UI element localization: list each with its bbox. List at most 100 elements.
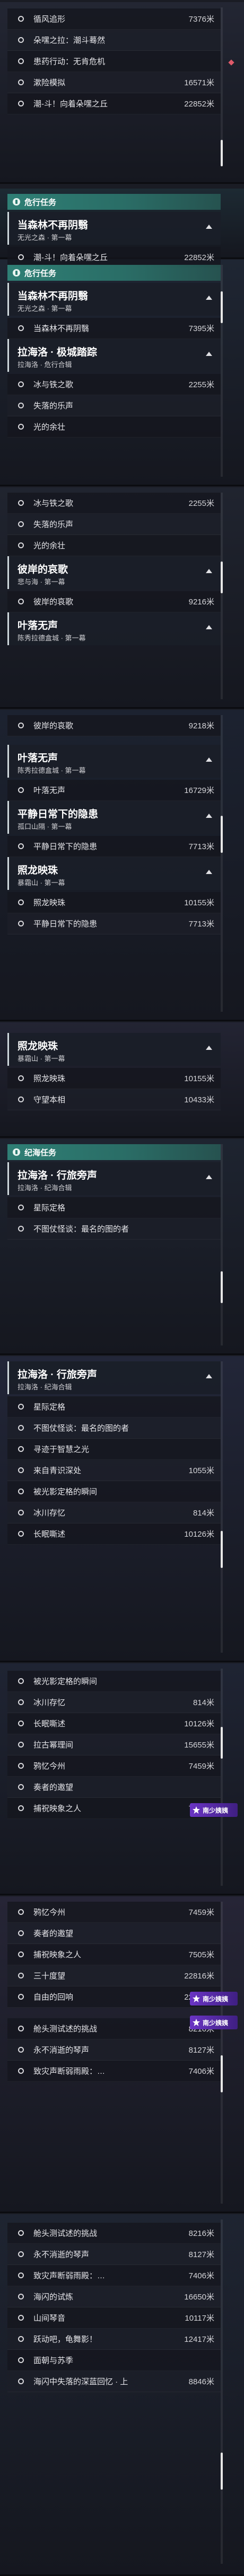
quest-row[interactable]: 拉古幂理间 15655米 [7,1734,221,1755]
quest-row[interactable]: 朵嘿之拉：潮斗蓦然 [7,30,221,51]
quest-row[interactable]: 跃动吧，龟舞影！ 12417米 [7,2329,221,2350]
quest-status-circle-icon [18,1467,24,1473]
quest-group-header[interactable]: 照龙映珠 暴霜山 · 第一幕 [7,857,221,890]
quest-row[interactable]: 山间琴音 10117米 [7,2307,221,2329]
quest-row[interactable]: 循风追形 7376米 [7,8,221,30]
list-scrollbar[interactable] [221,1902,223,2204]
quest-row[interactable]: 冰与铁之歌 2255米 [7,374,221,395]
quest-row[interactable]: 彼岸的哀歌 9218米 [7,715,221,736]
quest-group-header[interactable]: 彼岸的哀歌 悲与海 · 第一幕 [7,556,221,589]
quest-row[interactable]: 潮-斗！向着朵嘿之丘 22852米 [7,93,221,114]
quest-group-header[interactable]: 照龙映珠 暴霜山 · 第一幕 [7,1033,221,1066]
event-badge-label: 南少姨姨 [203,1806,229,1814]
quest-row[interactable]: 冰川存忆 814米 [7,1692,221,1713]
list-scroll-thumb[interactable] [221,1271,223,1303]
quest-row[interactable]: 被光影定格的瞬间 [7,1671,221,1692]
quest-status-circle-icon [18,2230,24,2236]
list-scrollbar[interactable] [221,1669,223,1886]
quest-row[interactable]: 来自青识深处 1055米 [7,1460,221,1481]
quest-row[interactable]: 当森林不再阴翳 7395米 [7,318,221,339]
quest-row[interactable]: 鸦忆今州 7459米 [7,1902,221,1923]
quest-row[interactable]: 冰川存忆 814米 [7,1502,221,1523]
quest-row[interactable]: 守望本相 10433米 [7,1089,221,1110]
quest-status-circle-icon [18,1805,24,1811]
quest-row[interactable]: 平静日常下的隐患 7713米 [7,836,221,857]
collapse-chevron-icon[interactable] [206,625,212,629]
quest-distance: 16571米 [184,78,214,87]
quest-row[interactable]: 寻迹于智慧之光 [7,1439,221,1460]
collapse-chevron-icon[interactable] [206,1374,212,1378]
quest-row[interactable]: 被光影定格的瞬间 [7,1481,221,1502]
quest-distance: 10126米 [184,1719,214,1728]
quest-row[interactable]: 光的余壮 [7,535,221,556]
quest-row[interactable]: 捕祝映象之人7505米 [7,1798,221,1819]
quest-row[interactable]: 面朝与苏季 [7,2350,221,2371]
quest-group-header[interactable]: 当森林不再阴翳 无光之森 · 第一幕 [7,283,221,316]
collapse-chevron-icon[interactable] [206,814,212,818]
list-scrollbar[interactable] [221,2220,223,2564]
quest-row[interactable]: 照龙映珠 10155米 [7,1068,221,1089]
quest-group-header[interactable]: 拉海洛 · 行旅旁声 拉海洛 · 纪海合辑 [7,1361,221,1394]
list-scrollbar[interactable] [221,1361,223,1653]
quest-group-header[interactable]: 平静日常下的隐患 孤口山隔 · 第一幕 [7,801,221,834]
quest-row[interactable]: 自由的回响22994米 [7,1986,221,2008]
quest-row[interactable]: 舱头测试述的挑战8216米 [7,2018,221,2039]
list-scrollbar[interactable] [221,1144,223,1345]
quest-row[interactable]: 彼岸的哀歌 9216米 [7,591,221,612]
quest-row[interactable]: 鸦忆今州 7459米 [7,1755,221,1777]
quest-row[interactable]: 星际定格 [7,1396,221,1418]
collapse-chevron-icon[interactable] [206,352,212,356]
quest-row[interactable]: 奏者的邀望 [7,1777,221,1798]
collapse-chevron-icon[interactable] [206,757,212,762]
quest-group-header[interactable]: 拉海洛 · 行旅旁声 拉海洛 · 纪海合辑 [7,1162,221,1195]
quest-row[interactable]: 冰与铁之歌 2255米 [7,493,221,514]
quest-row[interactable]: 舱头测试述的挑战8216米 [7,2223,221,2244]
quest-group-header[interactable]: 叶落无声 陈秀拉德盒城 · 第一幕 [7,745,221,778]
quest-row[interactable]: 漱险模拟 16571米 [7,72,221,93]
quest-row[interactable]: 失落的乐声 [7,514,221,535]
quest-row[interactable]: 照龙映珠 10155米 [7,892,221,913]
quest-row[interactable]: 致灾声断弱雨殿：… 7406米 [7,2265,221,2286]
quest-row[interactable]: 不图仗怪谈：最名的图的者 [7,1218,221,1240]
quest-row[interactable]: 星际定格 [7,1197,221,1218]
quest-row[interactable]: 永不消逝的琴声 8127米 [7,2039,221,2061]
quest-row[interactable]: 捕祝映象之人7505米 [7,1944,221,1965]
quest-row[interactable]: 长眠嘶述 10126米 [7,1713,221,1734]
quest-name: 守望本相 [33,1095,66,1104]
quest-group-header[interactable]: 拉海洛 · 极城踏踪 拉海洛 · 危行合辑 [7,339,221,372]
quest-row[interactable]: 平静日常下的隐患 7713米 [7,913,221,934]
quest-row[interactable]: 失落的乐声 [7,395,221,416]
list-scroll-thumb[interactable] [221,2055,223,2092]
list-scroll-thumb[interactable] [221,561,223,593]
quest-row[interactable]: 不图仗怪谈：最名的图的者 [7,1418,221,1439]
event-badge-label: 南少姨姨 [203,2019,229,2027]
quest-name: 彼岸的哀歌 [33,598,74,607]
list-scroll-thumb[interactable] [221,291,223,323]
event-star-icon [193,2019,200,2026]
list-scroll-thumb[interactable] [221,816,223,853]
quest-row[interactable]: 海闪的试炼 16650米 [7,2286,221,2307]
list-scrollbar[interactable] [221,493,223,699]
quest-row[interactable]: 光的余壮 [7,416,221,438]
collapse-chevron-icon[interactable] [206,225,212,229]
list-scrollbar[interactable] [221,715,223,1012]
quest-row[interactable]: 叶落无声 16729米 [7,780,221,801]
list-scroll-thumb[interactable] [221,140,223,166]
quest-row[interactable]: 患药行动：无肯危机 [7,51,221,72]
collapse-chevron-icon[interactable] [206,870,212,874]
collapse-chevron-icon[interactable] [206,1046,212,1050]
collapse-chevron-icon[interactable] [206,1175,212,1179]
quest-row[interactable]: 三十度望 22816米 [7,1965,221,1986]
collapse-chevron-icon[interactable] [206,296,212,300]
list-scroll-thumb[interactable] [221,1727,223,1759]
list-scroll-thumb[interactable] [221,1531,223,1568]
collapse-chevron-icon[interactable] [206,569,212,573]
quest-row[interactable]: 永不消逝的琴声 8127米 [7,2244,221,2265]
quest-row[interactable]: 奏者的邀望 [7,1923,221,1944]
quest-group-header[interactable]: 当森林不再阴翳 无光之森 · 第一幕 [7,212,221,245]
quest-group-header[interactable]: 叶落无声 陈秀拉德盒城 · 第一幕 [7,612,221,645]
quest-row[interactable]: 海闪中失落的深蓝回忆 · 上 8846米 [7,2371,221,2392]
quest-row[interactable]: 致灾声断弱雨殿：… 7406米 [7,2061,221,2082]
list-scroll-thumb[interactable] [221,2453,223,2490]
quest-row[interactable]: 长眠嘶述 10126米 [7,1523,221,1545]
